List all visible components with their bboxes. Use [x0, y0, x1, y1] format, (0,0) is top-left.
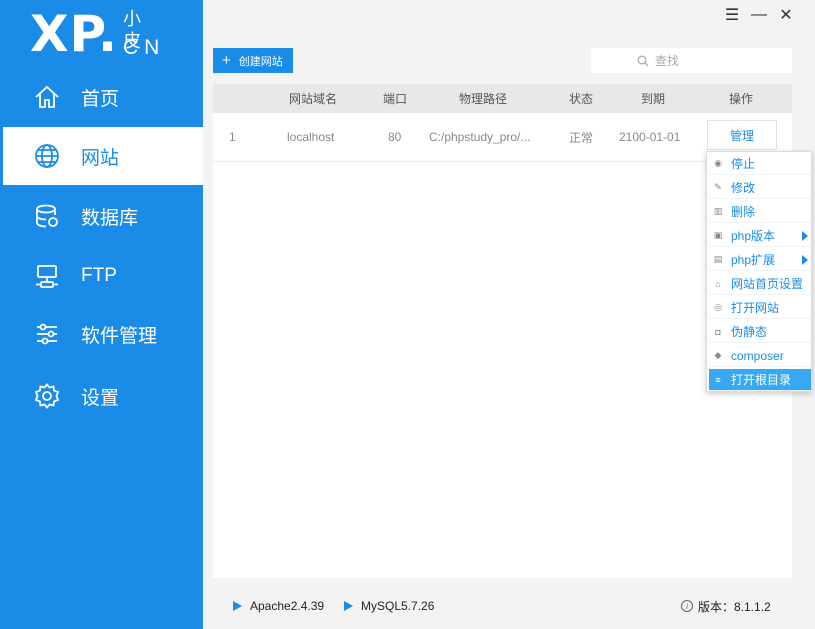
php-version-icon: ▣	[713, 230, 723, 240]
php-extension-icon: ▤	[713, 254, 723, 264]
menu-label-open-root: 打开根目录	[731, 373, 792, 387]
version-label: 版本：8.1.1.2	[698, 599, 771, 614]
search-input[interactable]: 查找	[591, 48, 792, 73]
menu-item-edit[interactable]: ✎ 修改	[709, 177, 811, 199]
search-icon	[637, 55, 649, 66]
nav-label-website: 网站	[81, 147, 120, 169]
nav-item-software[interactable]: 软件管理	[3, 305, 203, 363]
nav-label-ftp: FTP	[81, 265, 117, 286]
manage-dropdown-menu: ◉ 停止 ✎ 修改 ▥ 删除 ▣ php版本 ▤ php扩展 ⌂ 网站首页设置 …	[706, 151, 812, 392]
nav-item-home[interactable]: 首页	[3, 68, 203, 126]
manage-button[interactable]: 管理	[707, 120, 777, 150]
menu-label-delete: 删除	[731, 205, 756, 219]
menu-icon[interactable]: ☰	[722, 4, 742, 26]
menu-label-composer: composer	[731, 348, 784, 363]
status-bar: Apache2.4.39 MySQL5.7.26 i 版本：8.1.1.2	[213, 594, 792, 618]
close-icon[interactable]: ✕	[776, 4, 796, 26]
menu-item-home-settings[interactable]: ⌂ 网站首页设置	[709, 273, 811, 295]
minimize-icon[interactable]: —	[749, 4, 769, 26]
gear-icon	[33, 382, 61, 410]
header-port: 端口	[383, 92, 408, 106]
nav-label-home: 首页	[81, 88, 120, 110]
menu-label-stop: 停止	[731, 157, 756, 171]
globe-icon	[33, 142, 61, 170]
search-placeholder: 查找	[655, 54, 680, 68]
header-expire: 到期	[641, 92, 666, 106]
logo-main: XP.	[30, 5, 119, 63]
nav-label-database: 数据库	[81, 207, 139, 229]
menu-label-php-extension: php扩展	[731, 253, 776, 267]
menu-item-delete[interactable]: ▥ 删除	[709, 201, 811, 223]
plus-icon: +	[222, 52, 231, 69]
menu-label-edit: 修改	[731, 181, 756, 195]
mysql-label: MySQL5.7.26	[361, 599, 435, 613]
submenu-arrow-icon	[802, 230, 808, 241]
apache-status[interactable]: Apache2.4.39	[233, 594, 324, 618]
create-website-label: 创建网站	[238, 55, 283, 68]
menu-item-php-extension[interactable]: ▤ php扩展	[709, 249, 811, 271]
menu-item-stop[interactable]: ◉ 停止	[709, 153, 811, 175]
play-icon	[344, 601, 353, 611]
nav-item-website[interactable]: 网站	[3, 127, 203, 185]
trash-icon: ▥	[713, 206, 723, 216]
row-path: C:/phpstudy_pro/...	[429, 130, 531, 144]
header-domain: 网站域名	[289, 92, 338, 106]
menu-item-composer[interactable]: ◆ composer	[709, 345, 811, 367]
row-port: 80	[388, 130, 402, 144]
play-icon	[233, 601, 242, 611]
info-icon: i	[681, 600, 693, 612]
open-site-icon: ◎	[714, 302, 722, 312]
sidebar: XP. 小皮 CN 首页 网站 数据库 FTP 软件管理 设置	[0, 0, 203, 629]
stop-icon: ◉	[714, 158, 722, 168]
create-website-button[interactable]: + 创建网站	[213, 48, 293, 73]
row-status: 正常	[569, 130, 594, 145]
row-expire: 2100-01-01	[619, 130, 681, 144]
header-action: 操作	[729, 92, 754, 106]
menu-label-rewrite: 伪静态	[731, 325, 768, 339]
version-info: i 版本：8.1.1.2	[681, 594, 771, 618]
menu-item-open-root[interactable]: ≡ 打开根目录	[709, 369, 811, 391]
server-icon	[33, 262, 61, 290]
logo-en: CN	[123, 36, 166, 59]
header-path: 物理路径	[459, 92, 508, 106]
menu-item-open-site[interactable]: ◎ 打开网站	[709, 297, 811, 319]
rewrite-icon: ◘	[715, 326, 721, 337]
nav-item-settings[interactable]: 设置	[3, 367, 203, 425]
home-icon	[33, 83, 61, 111]
nav-item-ftp[interactable]: FTP	[3, 247, 203, 305]
nav-label-software: 软件管理	[81, 325, 158, 347]
menu-label-php-version: php版本	[731, 229, 776, 243]
menu-item-php-version[interactable]: ▣ php版本	[709, 225, 811, 247]
nav-label-settings: 设置	[81, 387, 120, 409]
apache-label: Apache2.4.39	[250, 599, 325, 613]
home-settings-icon: ⌂	[715, 278, 721, 289]
edit-icon: ✎	[714, 182, 722, 192]
mysql-status[interactable]: MySQL5.7.26	[344, 594, 434, 618]
menu-label-home-settings: 网站首页设置	[731, 277, 804, 291]
composer-icon: ◆	[714, 350, 722, 360]
menu-label-open-site: 打开网站	[731, 301, 780, 315]
sliders-icon	[33, 320, 61, 348]
menu-item-rewrite[interactable]: ◘ 伪静态	[709, 321, 811, 343]
header-status: 状态	[569, 92, 594, 106]
folder-icon: ≡	[715, 374, 721, 385]
row-domain: localhost	[287, 130, 335, 144]
table-header: 网站域名 端口 物理路径 状态 到期 操作	[213, 84, 792, 113]
submenu-arrow-icon	[802, 254, 808, 265]
row-index: 1	[229, 130, 236, 144]
database-icon	[33, 202, 61, 230]
nav-item-database[interactable]: 数据库	[3, 187, 203, 245]
